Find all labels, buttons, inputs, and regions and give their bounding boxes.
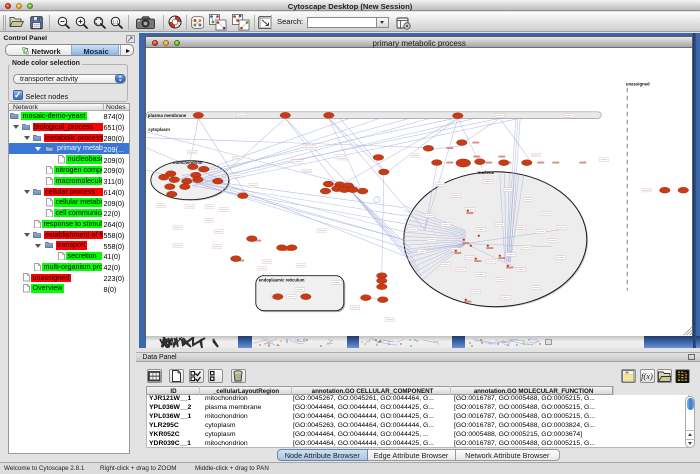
svg-text:endoplasmic reticulum: endoplasmic reticulum <box>259 278 305 283</box>
svg-text:unassigned: unassigned <box>626 82 650 87</box>
svg-text:nucleus: nucleus <box>478 170 495 175</box>
svg-text:plasma membrane: plasma membrane <box>148 113 187 118</box>
svg-text:cytoplasm: cytoplasm <box>148 127 170 132</box>
svg-text:f(x): f(x) <box>641 371 653 381</box>
svg-text:1:1: 1:1 <box>112 19 119 24</box>
svg-text:mitochondrion: mitochondrion <box>173 160 203 165</box>
